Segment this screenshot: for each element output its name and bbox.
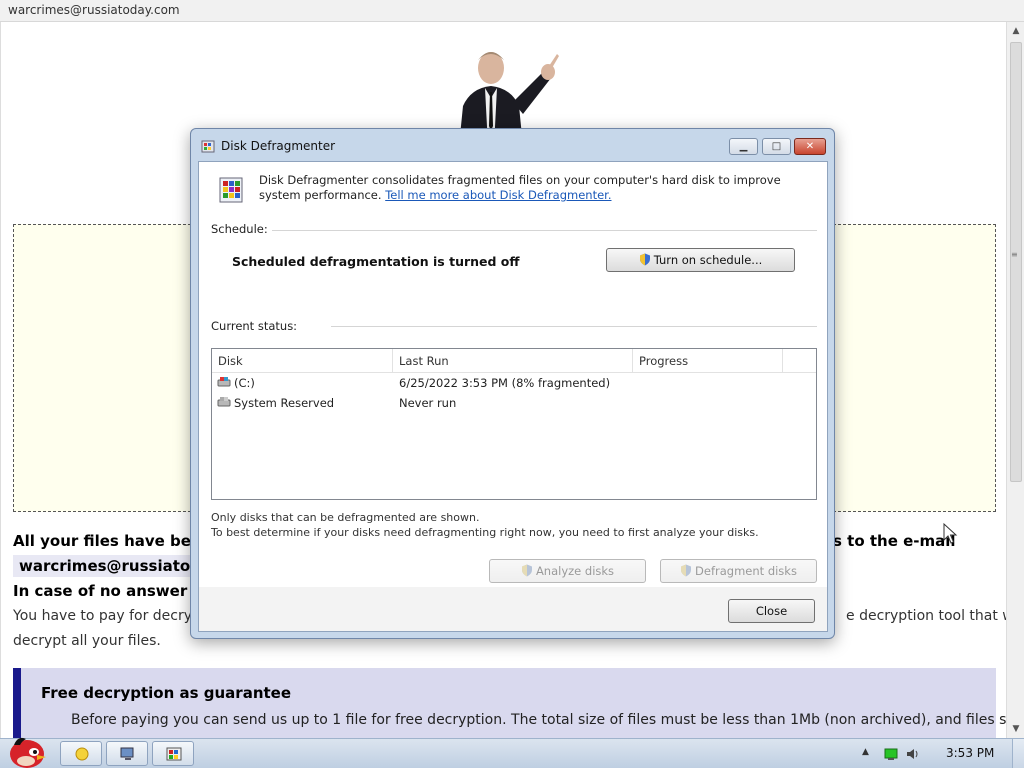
- disk-defragmenter-window: Disk Defragmenter ▁ □ ✕ Disk Defragmente…: [190, 128, 835, 639]
- uac-shield-icon: [521, 564, 532, 577]
- close-button[interactable]: Close: [728, 599, 815, 623]
- scroll-up-icon[interactable]: ▲: [1009, 24, 1023, 38]
- defragment-disks-button[interactable]: Defragment disks: [660, 559, 817, 583]
- current-status-label: Current status:: [211, 319, 298, 333]
- maximize-button[interactable]: □: [762, 138, 791, 155]
- page-scrollbar[interactable]: ▲ ≡ ▼: [1006, 22, 1024, 738]
- guarantee-box: Free decryption as guarantee Before payi…: [13, 668, 1006, 738]
- status-divider: [331, 326, 817, 327]
- minimize-button[interactable]: ▁: [729, 138, 758, 155]
- start-button-icon[interactable]: [4, 733, 50, 768]
- ransom-line-1: All your files have been: [13, 532, 212, 550]
- column-last-run[interactable]: Last Run: [393, 349, 633, 373]
- taskbar-defrag-button[interactable]: [152, 741, 194, 766]
- disk-list: Disk Last Run Progress (C:) 6/25/2022 3:…: [211, 348, 817, 500]
- help-link[interactable]: Tell me more about Disk Defragmenter.: [385, 188, 611, 202]
- analyze-disks-label: Analyze disks: [535, 564, 615, 578]
- taskbar-clock[interactable]: 3:53 PM: [946, 746, 994, 760]
- window-client: Disk Defragmenter consolidates fragmente…: [198, 161, 828, 632]
- disk-row[interactable]: System Reserved Never run: [212, 394, 816, 414]
- defragment-disks-label: Defragment disks: [695, 564, 797, 578]
- scroll-thumb[interactable]: [1010, 42, 1022, 482]
- hard-drive-icon: [217, 377, 231, 387]
- ransom-line-1-right: s to the e-mail: [833, 532, 956, 550]
- column-progress[interactable]: Progress: [633, 349, 783, 373]
- last-run-cell: 6/25/2022 3:53 PM (8% fragmented): [399, 376, 611, 390]
- note-shown-disks: Only disks that can be defragmented are …: [211, 511, 480, 524]
- defrag-taskbar-icon: [166, 747, 182, 761]
- turn-on-schedule-button[interactable]: Turn on schedule...: [606, 248, 795, 272]
- ransom-line-2: In case of no answer in: [13, 582, 209, 600]
- mouse-cursor-icon: [943, 522, 958, 544]
- schedule-label: Schedule:: [211, 222, 268, 236]
- guarantee-title: Free decryption as guarantee: [41, 684, 292, 702]
- network-icon[interactable]: [884, 747, 898, 761]
- tray-expand-icon[interactable]: ▲: [862, 747, 876, 761]
- address-bar: warcrimes@russiatoday.com: [0, 0, 1024, 22]
- ransom-line-4: decrypt all your files.: [13, 633, 161, 649]
- grip-icon: ≡: [1011, 250, 1018, 259]
- analyze-disks-button[interactable]: Analyze disks: [489, 559, 646, 583]
- intro-text: Disk Defragmenter consolidates fragmente…: [259, 173, 819, 203]
- disk-name-cell: System Reserved: [217, 396, 334, 410]
- uac-shield-icon: [681, 564, 692, 577]
- schedule-divider: [272, 230, 817, 231]
- disk-list-header: Disk Last Run Progress: [212, 349, 816, 373]
- disk-row[interactable]: (C:) 6/25/2022 3:53 PM (8% fragmented): [212, 374, 816, 394]
- ransom-line-3: You have to pay for decrypt: [13, 608, 207, 624]
- window-titlebar[interactable]: Disk Defragmenter ▁ □ ✕: [191, 129, 834, 161]
- volume-icon[interactable]: [906, 747, 920, 761]
- ransom-line-3-right: e decryption tool that will: [846, 608, 1006, 624]
- last-run-cell: Never run: [399, 396, 457, 410]
- turn-on-schedule-label: Turn on schedule...: [653, 253, 763, 267]
- uac-shield-icon: [639, 253, 650, 266]
- disk-name: System Reserved: [234, 396, 335, 410]
- column-disk[interactable]: Disk: [212, 349, 393, 373]
- window-title: Disk Defragmenter: [221, 139, 336, 153]
- schedule-status: Scheduled defragmentation is turned off: [232, 254, 520, 269]
- disk-name: (C:): [234, 376, 255, 390]
- disk-name-cell: (C:): [217, 376, 255, 390]
- defrag-app-icon: [201, 140, 215, 153]
- folder-icon: [75, 747, 89, 761]
- address-text: warcrimes@russiatoday.com: [8, 3, 180, 17]
- defragmenter-icon: [219, 177, 243, 203]
- computer-icon: [120, 747, 134, 760]
- taskbar-app-button[interactable]: [106, 741, 148, 766]
- show-desktop-button[interactable]: [1012, 739, 1024, 768]
- hard-drive-icon: [217, 397, 231, 407]
- taskbar: ▲ 3:53 PM: [0, 737, 1024, 768]
- taskbar-explorer-button[interactable]: [60, 741, 102, 766]
- guarantee-text: Before paying you can send us up to 1 fi…: [71, 712, 1006, 728]
- content-area: Disk Defragmenter consolidates fragmente…: [199, 162, 827, 587]
- scroll-down-icon[interactable]: ▼: [1009, 722, 1023, 736]
- window-close-button[interactable]: ✕: [794, 138, 826, 155]
- note-analyze: To best determine if your disks need def…: [211, 526, 759, 539]
